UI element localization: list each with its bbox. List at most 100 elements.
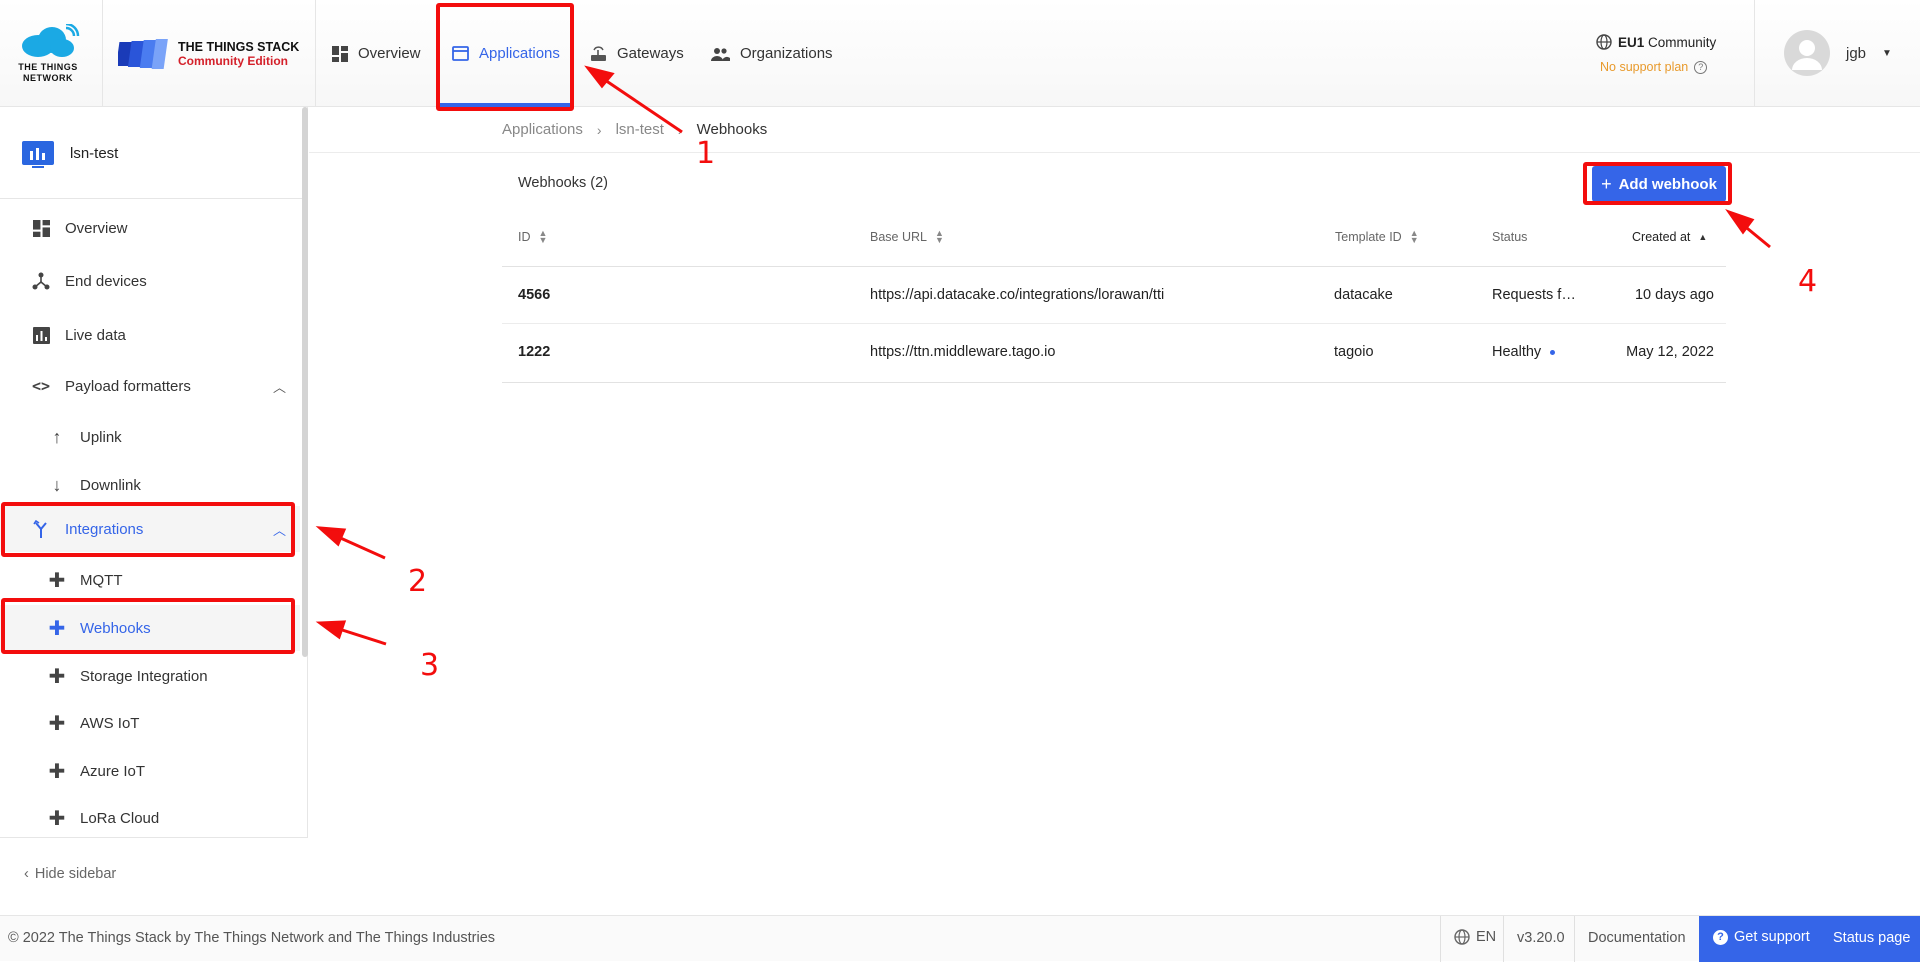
dashboard-icon [332,45,348,62]
sidebar-app-name: lsn-test [70,145,119,162]
puzzle-icon: ✚ [48,569,66,592]
puzzle-icon: ✚ [48,665,66,688]
help-icon: ? [1694,60,1708,74]
column-header-id[interactable]: ID ▲ ▼ [518,228,548,245]
breadcrumb-app[interactable]: lsn-test [616,121,664,138]
puzzle-icon: ✚ [48,807,66,830]
chevron-right-icon: › [677,121,683,138]
gateway-icon [591,46,606,61]
sidebar-scrollbar[interactable] [302,107,308,657]
annotation-box-add-webhook [1583,162,1732,205]
the-things-stack-logo[interactable]: THE THINGS STACK Community Edition [118,36,300,72]
sidebar-item-mqtt[interactable]: ✚ MQTT [0,557,300,603]
application-icon [22,141,54,168]
ttn-logo-text: THE THINGS NETWORK [18,62,78,83]
column-header-template-id[interactable]: Template ID ▲ ▼ [1335,228,1419,245]
language-selector[interactable]: EN [1454,929,1496,945]
footer-version: v3.20.0 [1517,930,1565,946]
hide-sidebar-area: ‹ Hide sidebar [0,837,308,915]
arrow-down-icon: ↓ [52,474,62,495]
puzzle-icon: ✚ [48,760,66,783]
caret-down-icon: ▼ [1882,47,1892,59]
annotation-number: 3 [420,648,440,683]
header-divider [315,0,316,107]
help-icon: ? [1713,929,1728,945]
annotation-box-applications [436,3,574,111]
top-header: THE THINGS NETWORK THE THINGS STACK Comm… [0,0,1920,107]
chevron-right-icon: › [596,121,602,138]
sidebar-item-end-devices[interactable]: End devices [0,258,300,304]
cell-created: May 12, 2022 [1626,344,1714,360]
cluster-selector[interactable]: EU1 Community No support plan ? [1596,34,1756,74]
hide-sidebar-button[interactable]: ‹ Hide sidebar [24,866,116,882]
sidebar-app-header[interactable]: lsn-test [0,107,308,199]
annotation-number: 2 [408,564,428,599]
sidebar-item-uplink[interactable]: ↑ Uplink [0,414,300,460]
cell-created: 10 days ago [1634,287,1714,303]
globe-icon [1454,929,1470,945]
cell-id: 4566 [518,287,551,303]
cell-template: datacake [1334,287,1393,303]
sidebar-item-aws-iot[interactable]: ✚ AWS IoT [0,700,300,746]
avatar [1784,30,1830,76]
chevron-left-icon: ‹ [24,866,29,882]
sidebar-item-storage-integration[interactable]: ✚ Storage Integration [0,653,300,699]
annotation-box-integrations [1,502,295,557]
cell-template: tagoio [1334,344,1374,360]
status-page-link[interactable]: Status page [1833,930,1910,946]
column-header-created-at[interactable]: Created at ▲ [1632,230,1707,244]
sidebar-item-payload-formatters[interactable]: <> Payload formatters ︿ [0,363,300,409]
device-network-icon [30,270,52,292]
globe-icon [1596,34,1612,50]
sort-icon: ▲ ▼ [1409,228,1419,245]
sidebar-item-lora-cloud[interactable]: ✚ LoRa Cloud [0,795,300,841]
cluster-name: EU1 Community [1596,34,1756,50]
ttn-logo[interactable]: THE THINGS NETWORK [16,24,80,84]
footer-divider [1574,916,1575,962]
status-dot-icon [1550,349,1556,355]
chevron-up-icon: ︿ [272,379,286,395]
sidebar-item-overview[interactable]: Overview [0,205,300,251]
support-plan-link[interactable]: No support plan ? [1600,60,1708,74]
nav-organizations[interactable]: Organizations [710,0,833,107]
organizations-icon [711,47,730,61]
cloud-logo-icon [22,24,80,57]
footer-copyright: © 2022 The Things Stack by The Things Ne… [8,930,496,946]
nav-overview[interactable]: Overview [332,0,421,107]
column-header-base-url[interactable]: Base URL ▲ ▼ [870,228,944,245]
stack-title: THE THINGS STACK [178,40,300,54]
footer-divider [1440,916,1441,962]
user-menu[interactable]: jgb ▼ [1784,30,1894,76]
footer: © 2022 The Things Stack by The Things Ne… [0,915,1920,962]
annotation-box-webhooks [1,598,295,654]
puzzle-icon: ✚ [48,712,66,735]
breadcrumb-applications[interactable]: Applications [502,121,583,138]
arrow-up-icon: ↑ [52,426,62,447]
footer-documentation-link[interactable]: Documentation [1588,930,1686,946]
stack-logo-icon [118,39,168,69]
sort-icon: ▲ ▼ [934,228,944,245]
annotation-number: 1 [696,136,716,171]
annotation-number: 4 [1798,264,1818,299]
cell-base-url: https://ttn.middleware.tago.io [870,344,1056,360]
bar-chart-icon [30,324,52,346]
sidebar-item-azure-iot[interactable]: ✚ Azure IoT [0,748,300,794]
annotation-arrow [1725,209,1771,249]
cell-id: 1222 [518,344,551,360]
sort-asc-icon: ▲ [1698,232,1708,242]
table-row[interactable]: 1222 https://ttn.middleware.tago.io tago… [502,325,1726,383]
sort-icon: ▲ ▼ [538,228,548,245]
breadcrumb: Applications › lsn-test › Webhooks [502,121,767,138]
nav-gateways[interactable]: Gateways [590,0,684,107]
column-header-status: Status [1492,230,1528,244]
header-divider [1754,0,1755,107]
annotation-arrow [315,620,387,646]
stack-edition: Community Edition [178,54,288,68]
get-support-button[interactable]: ? Get support [1713,929,1810,945]
table-row[interactable]: 4566 https://api.datacake.co/integration… [502,267,1726,324]
sidebar-item-live-data[interactable]: Live data [0,312,300,358]
breadcrumb-bar: Applications › lsn-test › Webhooks [309,107,1920,153]
cell-status: Requests f… [1492,287,1576,303]
cell-base-url: https://api.datacake.co/integrations/lor… [870,287,1165,303]
webhooks-title: Webhooks (2) [518,175,608,191]
